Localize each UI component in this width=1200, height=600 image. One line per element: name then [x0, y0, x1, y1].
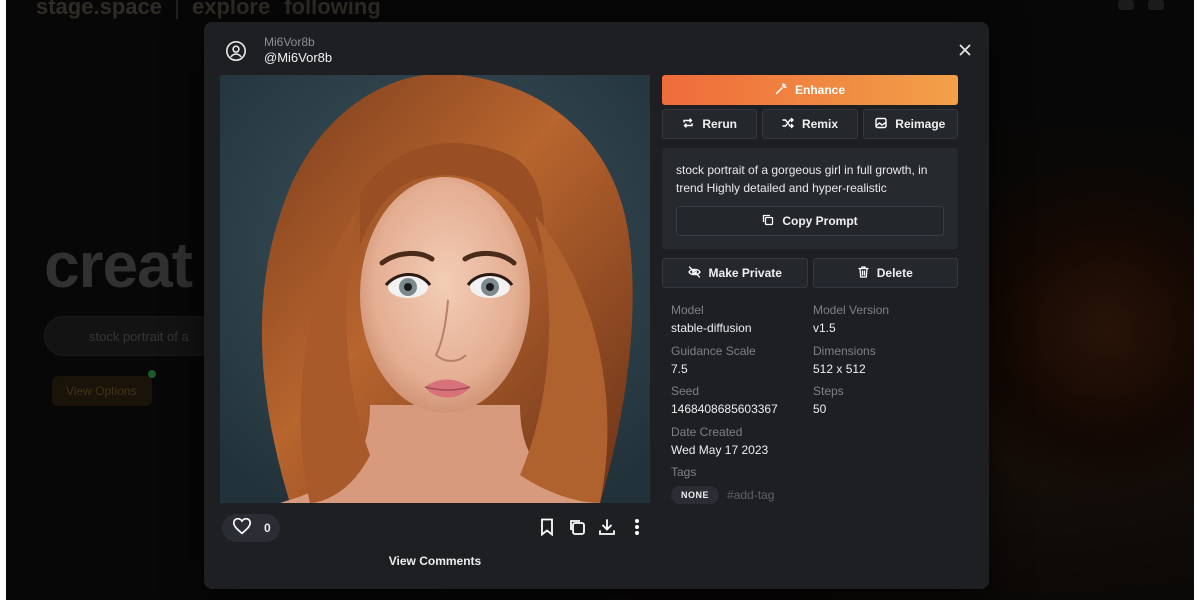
steps-field: Steps 50 — [813, 384, 955, 425]
magic-wand-icon — [775, 82, 787, 98]
prompt-box: stock portrait of a gorgeous girl in ful… — [662, 148, 958, 249]
model-value: stable-diffusion — [671, 321, 752, 335]
remix-label: Remix — [801, 117, 838, 131]
background-view-options-label: View Options — [66, 384, 137, 398]
metadata-row: Guidance Scale 7.5 Dimensions 512 x 512 — [671, 344, 961, 385]
reimage-button[interactable]: Reimage — [862, 109, 958, 139]
user-info: Mi6Vor8b @Mi6Vor8b — [264, 35, 332, 66]
eye-off-icon — [687, 265, 701, 281]
view-comments-link[interactable]: View Comments — [220, 554, 650, 568]
metadata-row: Seed 1468408685603367 Steps 50 — [671, 384, 961, 425]
metadata-row: Model stable-diffusion Model Version v1.… — [671, 303, 961, 344]
remix-button[interactable]: Remix — [762, 109, 858, 139]
dimensions-field: Dimensions 512 x 512 — [813, 344, 955, 385]
background-nav-explore: explore — [191, 0, 271, 19]
heart-icon — [232, 517, 252, 540]
prompt-text: stock portrait of a gorgeous girl in ful… — [676, 163, 928, 195]
date-created-label: Date Created — [671, 424, 743, 439]
tags-field: Tags NONE #add-tag — [671, 465, 961, 504]
background-nav-following: following — [284, 0, 381, 19]
background-nav: stage.space explore following — [36, 0, 381, 20]
steps-value: 50 — [813, 402, 827, 416]
background-top-icons — [1118, 0, 1164, 10]
background-hero-title: creat — [44, 229, 193, 301]
dimensions-value: 512 x 512 — [813, 361, 866, 376]
delete-label: Delete — [876, 266, 913, 280]
image-icon — [875, 117, 887, 132]
enhance-label: Enhance — [794, 83, 845, 97]
user-circle-icon[interactable] — [222, 37, 250, 65]
copy-icon — [762, 214, 774, 229]
reimage-label: Reimage — [895, 117, 946, 131]
like-count: 0 — [264, 521, 271, 535]
background-search-text: stock portrait of a — [89, 329, 189, 344]
background-logo: stage.space — [36, 0, 162, 19]
download-icon[interactable] — [598, 517, 616, 537]
modal-header: Mi6Vor8b @Mi6Vor8b — [222, 35, 332, 66]
more-vertical-icon[interactable] — [628, 517, 646, 537]
repeat-icon — [682, 117, 694, 132]
guidance-label: Guidance Scale — [671, 343, 756, 358]
make-private-label: Make Private — [708, 266, 782, 280]
tag-none: NONE — [671, 486, 720, 504]
bookmark-icon[interactable] — [538, 517, 556, 537]
like-button[interactable]: 0 — [222, 514, 280, 542]
shuffle-icon — [782, 117, 794, 132]
delete-button[interactable]: Delete — [812, 258, 958, 288]
background-view-options: View Options — [52, 370, 156, 406]
copy-icon[interactable] — [568, 517, 586, 537]
model-version-label: Model Version — [813, 303, 890, 317]
model-label: Model — [671, 303, 704, 317]
model-field: Model stable-diffusion — [671, 303, 813, 344]
status-dot — [148, 370, 156, 378]
steps-label: Steps — [813, 384, 844, 398]
date-created-field: Date Created Wed May 17 2023 — [671, 425, 813, 466]
image-metadata: Model stable-diffusion Model Version v1.… — [671, 303, 961, 504]
seed-value: 1468408685603367 — [671, 402, 778, 416]
make-private-button[interactable]: Make Private — [662, 258, 808, 288]
close-icon[interactable] — [957, 42, 973, 58]
background-generate-button — [1099, 323, 1127, 351]
metadata-row: Date Created Wed May 17 2023 — [671, 425, 961, 466]
dimensions-label: Dimensions — [813, 343, 876, 358]
image-actions-row: Rerun Remix Reimage — [662, 109, 958, 139]
nav-divider — [175, 0, 178, 19]
model-version-value: v1.5 — [813, 321, 836, 335]
tags-label: Tags — [671, 465, 697, 479]
privacy-actions-row: Make Private Delete — [662, 258, 958, 288]
image-detail-modal: Mi6Vor8b @Mi6Vor8b 0 View Comments Enhan… — [204, 22, 989, 589]
rerun-label: Rerun — [702, 117, 737, 131]
enhance-button[interactable]: Enhance — [662, 75, 958, 105]
trash-icon — [858, 265, 869, 281]
add-tag-input[interactable]: #add-tag — [727, 488, 774, 502]
seed-field: Seed 1468408685603367 — [671, 384, 813, 425]
rerun-button[interactable]: Rerun — [662, 109, 758, 139]
user-handle[interactable]: @Mi6Vor8b — [264, 50, 332, 66]
background-icon — [1118, 0, 1134, 10]
tags-row: NONE #add-tag — [671, 486, 961, 504]
background-image-icon — [1071, 327, 1091, 347]
username[interactable]: Mi6Vor8b — [264, 35, 332, 50]
copy-prompt-button[interactable]: Copy Prompt — [676, 206, 944, 236]
guidance-field: Guidance Scale 7.5 — [671, 344, 813, 385]
date-created-value: Wed May 17 2023 — [671, 442, 769, 457]
image-action-bar — [538, 517, 646, 537]
model-version-field: Model Version v1.5 — [813, 303, 955, 344]
guidance-value: 7.5 — [671, 361, 688, 376]
background-icon — [1148, 0, 1164, 10]
copy-prompt-label: Copy Prompt — [782, 214, 858, 228]
background-decoration — [974, 120, 1194, 540]
generated-image[interactable] — [220, 75, 650, 503]
seed-label: Seed — [671, 384, 700, 398]
